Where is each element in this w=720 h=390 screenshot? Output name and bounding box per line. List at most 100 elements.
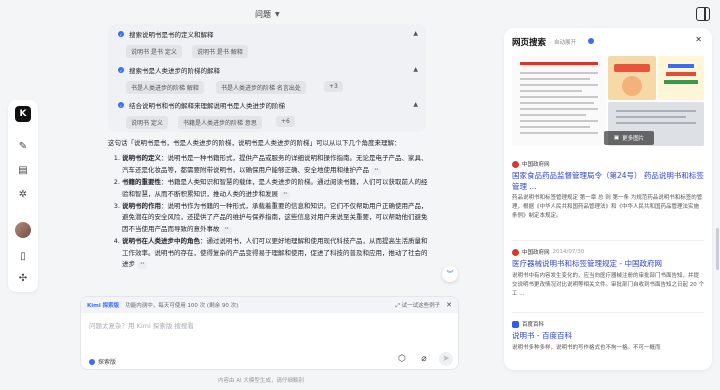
baidu-icon <box>512 320 519 328</box>
web-search-panel: 网页搜索 自动展开 ✕ ▣ 更多图片 中国政府网 国家食品药品监督管理局令（第2… <box>504 28 712 370</box>
result-image[interactable] <box>608 56 656 100</box>
divider <box>512 240 704 241</box>
answer-item-term: 说明书在人类进步中的角色 <box>122 237 200 246</box>
check-icon: ✓ <box>118 67 124 73</box>
avatar[interactable] <box>15 222 31 238</box>
panel-title: 网页搜索 <box>512 38 547 48</box>
send-button[interactable]: ➤ <box>439 352 453 366</box>
explore-mode-label: 探索版 <box>98 359 117 366</box>
plugin-icon[interactable]: ✣ <box>15 270 31 286</box>
answer-item-text: ：说明书是一种书籍形式，提供产品或服务的详细说明和操作指南。无论是电子产品、家具… <box>122 154 428 174</box>
try-examples-label: 试一试这些例子 <box>401 302 441 309</box>
more-images-label: 更多图片 <box>622 136 645 142</box>
answer-item: 说明书在人类进步中的角色：通过说明书，人们可以更好地理解和使用现代科技产品，从而… <box>122 236 430 270</box>
result-title[interactable]: 说明书 - 百度百科 <box>512 331 704 342</box>
close-icon[interactable]: ✕ <box>695 35 702 44</box>
result-source: 中国政府网 <box>512 160 704 168</box>
query-chip[interactable]: 书籍是人类进步的阶梯 意思 <box>178 116 262 129</box>
divider <box>512 312 704 313</box>
query-chip[interactable]: 书是人类进步的阶梯 解释 <box>126 81 204 94</box>
cube-icon[interactable]: ⬡ <box>395 352 409 366</box>
left-rail: K ✎ ▤ ✲ ▯ ✣ <box>8 100 38 292</box>
check-icon: ✓ <box>118 102 124 108</box>
citation-badge[interactable]: ¹¹ <box>137 262 148 270</box>
search-result[interactable]: 中国政府网 国家食品药品监督管理局令（第24号） 药品说明书和标签管理 ... … <box>512 160 704 221</box>
image-icon: ▣ <box>613 135 620 141</box>
answer-item-term: 说明书的作用 <box>122 202 161 211</box>
panel-toggle-icon[interactable] <box>696 7 710 21</box>
gov-emblem-icon <box>512 160 519 168</box>
search-steps: ✓ 搜索说明书是书的定义和解释 ▲ 说明书 是书 定义 说明书 是书 解释 ✓ … <box>108 24 426 132</box>
explore-mode-bar: Kimi 探索版 功能内测中，每天可使用 100 次 (剩余 90 次) ⤢ 试… <box>81 297 458 313</box>
answer-intro: 这句话「说明书是书，书是人类进步的阶梯，说明书是人类进步的阶梯」可以从以下几个角… <box>108 139 401 147</box>
composer: Kimi 探索版 功能内测中，每天可使用 100 次 (剩余 90 次) ⤢ 试… <box>80 296 459 370</box>
explore-mode-toggle[interactable]: 探索版 <box>89 357 116 366</box>
query-chip-more[interactable]: +6 <box>276 116 295 127</box>
query-chip-more[interactable]: +3 <box>324 81 343 92</box>
result-snippet: 药品说明书和标签管理规定 第一章 总 则 第一条 为规范药品说明书和标签的管理，… <box>512 195 703 219</box>
citation-badge[interactable]: ¹¹ <box>371 167 382 175</box>
auto-expand-label: 自动展开 <box>554 40 577 46</box>
quota-text: 功能内测中，每天可使用 100 次 (剩余 90 次) <box>125 303 239 309</box>
conversation-title-text: 问题 <box>255 10 271 19</box>
query-chip[interactable]: 书是人类进步的阶梯 名言出处 <box>216 81 306 94</box>
auto-expand-toggle[interactable] <box>588 38 594 44</box>
check-icon: ✓ <box>118 31 124 37</box>
search-step[interactable]: ✓ 结合说明书和书的解释来理解说明书是人类进步的阶梯 <box>118 100 285 110</box>
result-image[interactable] <box>512 56 606 146</box>
result-date: 2014/07/30 <box>552 249 585 255</box>
search-step-label: 搜索说明书是书的定义和解释 <box>129 31 214 39</box>
explore-icon[interactable]: ✲ <box>15 186 31 202</box>
answer-item-text: ：书籍是人类知识和智慧的载体，是人类进步的阶梯。通过阅读书籍，人们可以获取前人的… <box>122 178 428 198</box>
search-step-label: 搜索书是人类进步的阶梯的解释 <box>129 67 220 75</box>
scroll-to-bottom-button[interactable]: ︾ <box>442 266 458 282</box>
result-source-name: 中国政府网 <box>522 162 550 168</box>
history-icon[interactable]: ▤ <box>15 162 31 178</box>
search-step[interactable]: ✓ 搜索说明书是书的定义和解释 <box>118 29 214 39</box>
more-images-button[interactable]: ▣ 更多图片 <box>604 131 654 145</box>
chevron-up-icon[interactable]: ▲ <box>413 101 418 108</box>
query-chip[interactable]: 说明书 是书 解释 <box>192 45 248 58</box>
result-source-name: 中国政府网 <box>522 250 550 256</box>
answer-item: 书籍的重要性：书籍是人类知识和智慧的载体，是人类进步的阶梯。通过阅读书籍，人们可… <box>122 177 430 200</box>
search-result[interactable]: 中国政府网 2014/07/30 医疗器械说明书和标签管理规定 - 中国政府网 … <box>512 248 704 299</box>
explore-mode-tag: Kimi 探索版 <box>87 303 120 309</box>
ai-disclaimer: 内容由 AI 大模型生成，请仔细甄别 <box>218 378 304 384</box>
chevron-down-icon: ▼ <box>275 11 280 18</box>
assistant-answer: 这句话「说明书是书，书是人类进步的阶梯，说明书是人类进步的阶梯」可以从以下几个角… <box>108 138 430 271</box>
message-input[interactable] <box>89 322 389 330</box>
result-source: 中国政府网 2014/07/30 <box>512 248 704 256</box>
result-source: 百度百科 <box>512 320 704 328</box>
chevron-up-icon[interactable]: ▲ <box>413 66 418 73</box>
try-examples-link[interactable]: ⤢ 试一试这些例子 <box>395 301 440 310</box>
result-title[interactable]: 国家食品药品监督管理局令（第24号） 药品说明书和标签管理 ... <box>512 171 704 192</box>
citation-badge[interactable]: ¹¹ <box>221 226 232 234</box>
result-snippet: 说明书中有内容发生变化的，应当向医疗器械注册的审批部门书面告知，并提交说明书更改… <box>512 272 704 297</box>
search-result[interactable]: 百度百科 说明书 - 百度百科 说明书多种多样，说明书的写作格式也不拘一格。不可… <box>512 320 704 353</box>
answer-item-text: ：说明书作为书籍的一种形式，承载着重要的信息和知识。它们不仅帮助用户正确使用产品… <box>122 202 428 233</box>
conversation-title[interactable]: 问题 ▼ <box>255 9 280 20</box>
answer-item: 说明书的作用：说明书作为书籍的一种形式，承载着重要的信息和知识。它们不仅帮助用户… <box>122 201 430 235</box>
search-step-label: 结合说明书和书的解释来理解说明书是人类进步的阶梯 <box>129 102 285 110</box>
answer-list: 说明书的定义：说明书是一种书籍形式，提供产品或服务的详细说明和操作指南。无论是电… <box>108 153 430 270</box>
query-chip[interactable]: 说明书 是书 定义 <box>126 45 182 58</box>
gov-emblem-icon <box>512 248 519 256</box>
query-chip[interactable]: 说明书 定义 <box>126 116 168 129</box>
citation-badge[interactable]: ¹¹ <box>280 191 291 199</box>
answer-item-term: 说明书的定义 <box>122 154 161 163</box>
double-chevron-down-icon: ︾ <box>446 270 454 278</box>
explore-icon <box>89 358 95 365</box>
result-title[interactable]: 医疗器械说明书和标签管理规定 - 中国政府网 <box>512 259 704 270</box>
result-snippet: 说明书多种多样，说明书的写作格式也不拘一格。不可一概而 <box>512 344 661 351</box>
new-chat-icon[interactable]: ✎ <box>15 138 31 154</box>
answer-item-term: 书籍的重要性 <box>122 178 161 187</box>
phone-icon[interactable]: ▯ <box>15 248 31 264</box>
chevron-up-icon[interactable]: ▲ <box>413 30 418 37</box>
kimi-logo-icon[interactable]: K <box>15 106 31 122</box>
attach-icon[interactable]: ⌀ <box>417 352 431 366</box>
result-image[interactable] <box>658 56 704 100</box>
result-source-name: 百度百科 <box>522 322 545 328</box>
close-icon[interactable]: ✕ <box>446 301 452 309</box>
search-step[interactable]: ✓ 搜索书是人类进步的阶梯的解释 <box>118 65 220 75</box>
scrollbar[interactable] <box>716 228 719 270</box>
